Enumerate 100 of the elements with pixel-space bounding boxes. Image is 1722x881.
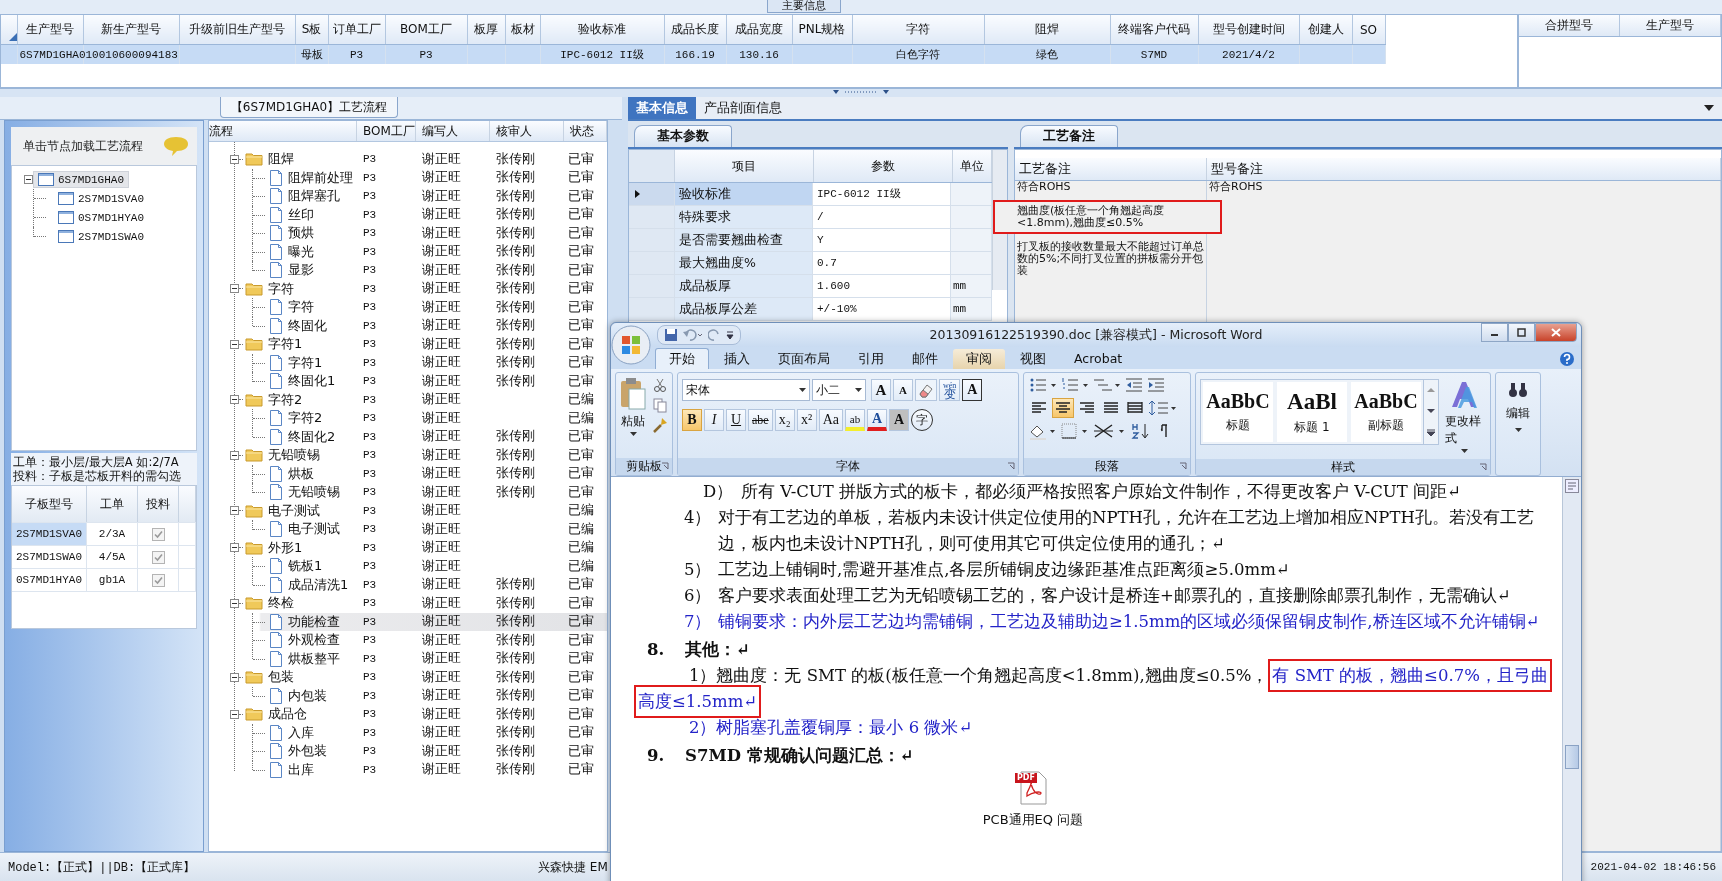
borders-icon[interactable] (1060, 422, 1090, 440)
tree-node-label[interactable]: 终固化1 (288, 372, 336, 391)
column-header[interactable]: 订单工厂 (328, 15, 385, 45)
ribbon-tab[interactable]: 视图 (1007, 349, 1059, 369)
tree-node-label[interactable]: 终固化2 (288, 427, 336, 446)
more-icon[interactable] (1426, 428, 1436, 437)
tree-node[interactable]: 2S7MD1SWA0 (54, 229, 148, 244)
column-header[interactable]: 合拼型号 (1519, 15, 1620, 36)
font-size-field[interactable]: 小二 (812, 379, 866, 401)
ribbon-tab[interactable]: Acrobat (1061, 349, 1136, 369)
format-button[interactable]: U (726, 409, 746, 431)
character-border-button[interactable]: A (962, 379, 983, 401)
tree-node-label[interactable]: 内包装 (288, 686, 327, 705)
collapse-grip-icon[interactable] (831, 89, 891, 96)
increase-indent-icon[interactable] (1146, 376, 1166, 394)
phonetic-guide-button[interactable]: wén 变 (939, 379, 961, 401)
column-header[interactable]: 参数 (814, 150, 953, 182)
shrink-font-button[interactable]: A (893, 379, 913, 401)
scroll-up-icon[interactable] (1426, 387, 1436, 394)
line-spacing-icon[interactable] (1148, 399, 1178, 417)
close-button[interactable] (1535, 323, 1577, 342)
checkbox[interactable] (151, 573, 165, 587)
style-swatch[interactable]: AaBl 标题 1 (1277, 382, 1347, 442)
ribbon-tab[interactable]: 引用 (845, 349, 897, 369)
column-header[interactable]: BOM工厂 (385, 15, 467, 45)
column-header[interactable]: 型号创建时间 (1198, 15, 1299, 45)
dropdown-icon[interactable] (1704, 105, 1714, 111)
tree-node-label[interactable]: 阻焊 (268, 150, 294, 169)
ruler-icon[interactable] (1565, 479, 1579, 493)
collapse-icon[interactable] (230, 506, 239, 516)
tree-node-label[interactable]: 丝印 (288, 205, 314, 224)
format-button[interactable]: abe (748, 409, 773, 431)
format-button[interactable]: Aa (818, 409, 843, 431)
column-header[interactable]: 流程 (209, 121, 357, 141)
column-header[interactable]: 成品宽度 (726, 15, 792, 45)
column-header[interactable]: S板 (295, 15, 328, 45)
row-selector[interactable] (629, 183, 675, 205)
collapse-icon[interactable] (230, 672, 239, 682)
format-button[interactable]: x₂ (774, 409, 795, 431)
brush-icon[interactable] (652, 417, 668, 433)
column-header[interactable]: 阻焊 (984, 15, 1110, 45)
tree-node-label[interactable]: 无铅喷锡 (288, 483, 340, 502)
tree-node-label[interactable]: 电子测试 (268, 501, 320, 520)
tree-node-label[interactable]: 字符 (268, 279, 294, 298)
collapse-icon[interactable] (24, 175, 33, 184)
eraser-icon[interactable] (915, 379, 937, 401)
tree-node-label[interactable]: 字符 (288, 298, 314, 317)
column-header[interactable]: 工艺备注 (1015, 158, 1207, 180)
tree-node[interactable]: 2S7MD1SVA0 (54, 191, 148, 206)
collapse-icon[interactable] (230, 543, 239, 553)
attachment-label[interactable]: PCB通用EQ 问题 (982, 807, 1084, 833)
table-cell[interactable]: 2S7MD1SVA0 (12, 523, 87, 545)
column-header[interactable]: PNL规格 (792, 15, 852, 45)
minimize-button[interactable] (1481, 323, 1508, 342)
tree-node-label[interactable]: 烘板整平 (288, 649, 340, 668)
column-header[interactable]: 升级前旧生产型号 (179, 15, 295, 45)
format-button[interactable]: ab (845, 409, 865, 431)
collapse-icon[interactable] (230, 598, 239, 608)
tree-node[interactable]: 6S7MD1GHA0 (33, 171, 129, 188)
help-icon[interactable] (1559, 351, 1575, 367)
tree-node-label[interactable]: 出库 (288, 760, 314, 779)
collapse-icon[interactable] (230, 284, 239, 294)
cut-icon[interactable] (652, 377, 668, 393)
align-center-button[interactable] (1052, 398, 1074, 418)
tree-node-label[interactable]: 外包装 (288, 742, 327, 761)
table-cell[interactable]: 0S7MD1HYA0 (12, 569, 87, 591)
table-row[interactable]: 6S7MD1GHA010010600094183 母板 P3 P3 IPC-6012 II级 166.19 130.16 白色字符 绿色 S7MD 2021/4/2 (1, 44, 1385, 64)
tab[interactable]: 工艺备注 (1020, 125, 1118, 147)
format-button[interactable]: x² (796, 409, 817, 431)
tree-node-label[interactable]: 字符2 (268, 390, 303, 409)
maximize-button[interactable] (1508, 323, 1535, 342)
column-header[interactable]: 创建人 (1299, 15, 1352, 45)
bullet-list-icon[interactable] (1028, 376, 1058, 394)
column-header[interactable]: 生产型号 (17, 15, 83, 45)
tree-node-label[interactable]: 入库 (288, 723, 314, 742)
customize-icon[interactable] (726, 330, 734, 340)
tree-node-label[interactable]: 字符1 (288, 353, 323, 372)
font-name-field[interactable]: 宋体 (682, 379, 810, 401)
scroll-down-icon[interactable] (1426, 408, 1436, 414)
tree-node-label[interactable]: 成品仓 (268, 705, 307, 724)
column-header[interactable]: 核审人 (490, 121, 564, 141)
tree-node-label[interactable]: 成品清洗1 (288, 575, 349, 594)
column-header[interactable]: 字符 (852, 15, 984, 45)
column-header[interactable]: 成品长度 (664, 15, 726, 45)
dialog-launcher-icon[interactable] (1007, 462, 1015, 470)
ribbon-tab[interactable]: 审阅 (953, 349, 1005, 369)
column-header[interactable]: 编写人 (416, 121, 490, 141)
collapse-icon[interactable] (230, 395, 239, 405)
column-header[interactable]: 投料 (138, 486, 179, 522)
tree-node-label[interactable]: 字符2 (288, 409, 323, 428)
column-header[interactable]: 子板型号 (12, 486, 87, 522)
checkbox[interactable] (151, 550, 165, 564)
column-header[interactable]: 终端客户代码 (1110, 15, 1198, 45)
save-icon[interactable] (664, 328, 678, 342)
tab[interactable]: 产品剖面信息 (696, 97, 790, 119)
tree-node-label[interactable]: 曝光 (288, 242, 314, 261)
format-button[interactable]: I (704, 409, 724, 431)
column-header[interactable]: 项目 (675, 150, 814, 182)
decrease-indent-icon[interactable] (1124, 376, 1144, 394)
change-styles-button[interactable]: 更改样式 (1443, 379, 1486, 453)
